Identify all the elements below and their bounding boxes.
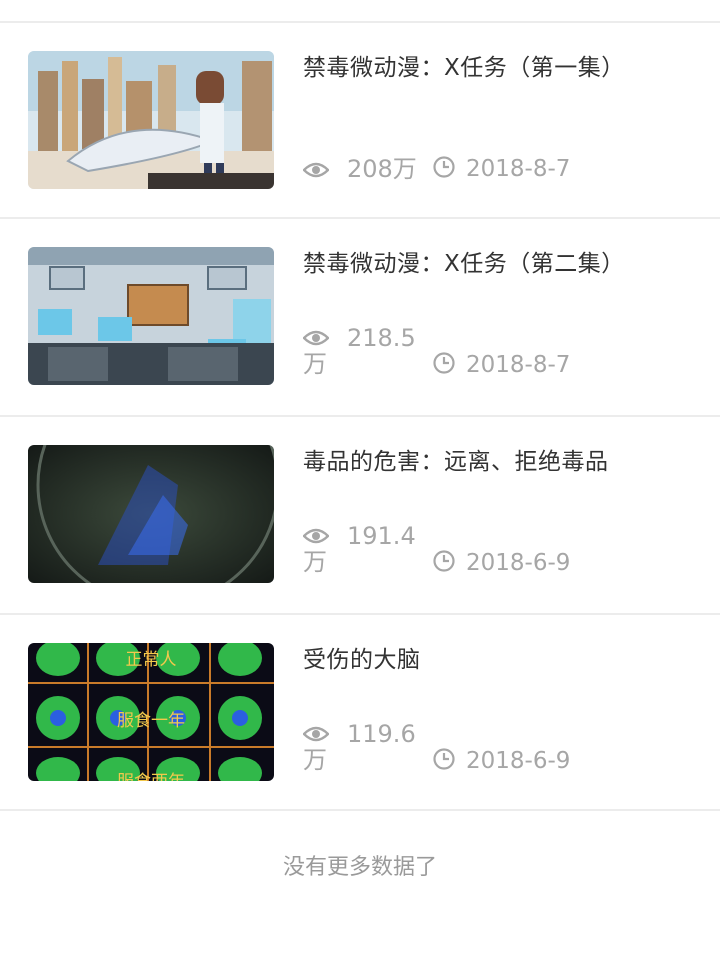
publish-date: 2018-8-7 <box>466 156 571 182</box>
clock-icon <box>433 156 455 178</box>
view-count: 191.4万 <box>303 522 416 576</box>
thumb-label-3: 服食两年 <box>117 772 185 781</box>
video-title[interactable]: 禁毒微动漫：X任务（第二集） <box>303 247 703 281</box>
video-thumbnail[interactable] <box>28 51 274 189</box>
video-thumbnail[interactable] <box>28 445 274 583</box>
video-item[interactable]: 毒品的危害：远离、拒绝毒品 191.4万 2018-6-9 <box>0 417 720 615</box>
view-count: 218.5万 <box>303 324 416 378</box>
view-count: 208万 <box>347 155 417 183</box>
publish-date: 2018-8-7 <box>466 352 571 378</box>
video-item[interactable]: 禁毒微动漫：X任务（第一集） 208万 2018-8-7 <box>0 23 720 219</box>
publish-date: 2018-6-9 <box>466 550 571 576</box>
video-item[interactable]: 正常人 服食一年 服食两年 受伤的大脑 119.6万 2018-6-9 <box>0 615 720 811</box>
video-list: 禁毒微动漫：X任务（第一集） 208万 2018-8-7 禁毒微动漫：X任务（第… <box>0 23 720 811</box>
video-thumbnail[interactable]: 正常人 服食一年 服食两年 <box>28 643 274 781</box>
video-item[interactable]: 禁毒微动漫：X任务（第二集） 218.5万 2018-8-7 <box>0 219 720 417</box>
video-title[interactable]: 禁毒微动漫：X任务（第一集） <box>303 51 703 85</box>
no-more-data-text: 没有更多数据了 <box>282 855 437 880</box>
clock-icon <box>433 550 455 572</box>
video-title[interactable]: 受伤的大脑 <box>303 643 703 677</box>
clock-icon <box>433 352 455 374</box>
video-list-page: 禁毒微动漫：X任务（第一集） 208万 2018-8-7 禁毒微动漫：X任务（第… <box>0 0 720 956</box>
video-title[interactable]: 毒品的危害：远离、拒绝毒品 <box>303 445 703 479</box>
publish-date: 2018-6-9 <box>466 748 571 774</box>
eye-icon <box>303 162 329 178</box>
view-count: 119.6万 <box>303 720 416 774</box>
thumb-label-1: 正常人 <box>126 650 177 670</box>
thumb-label-2: 服食一年 <box>117 711 185 731</box>
clock-icon <box>433 748 455 770</box>
video-thumbnail[interactable] <box>28 247 274 385</box>
